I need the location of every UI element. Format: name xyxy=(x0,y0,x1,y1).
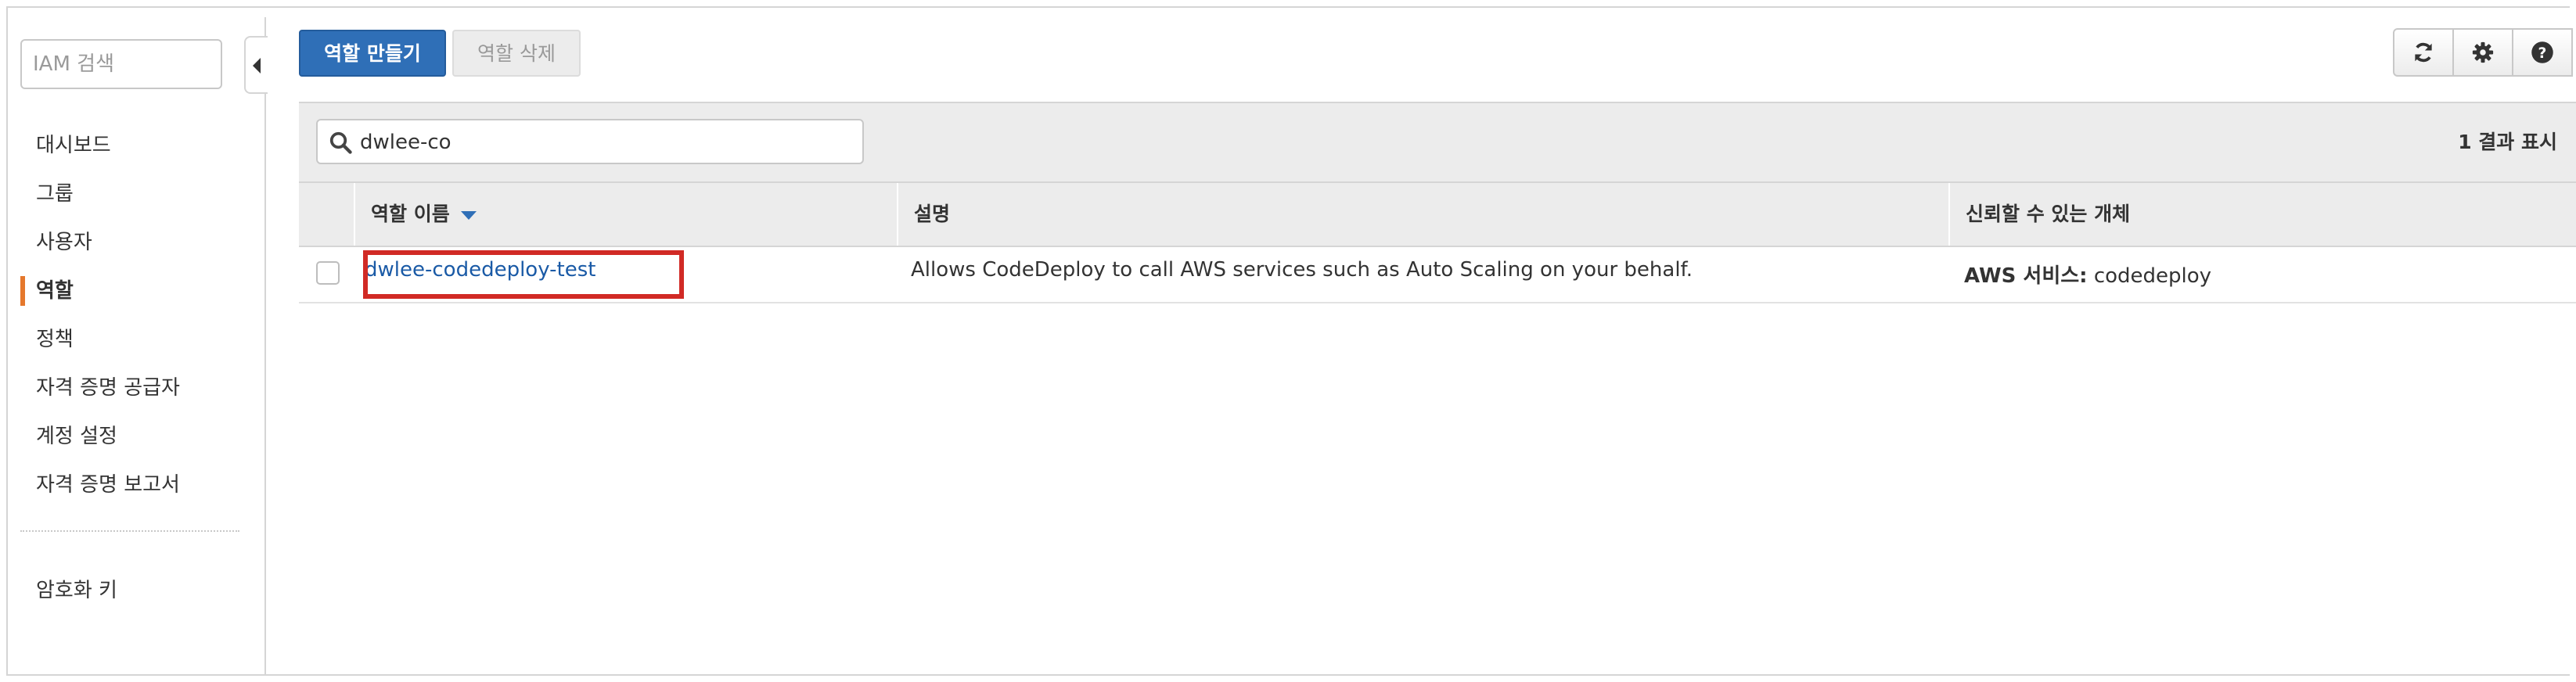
role-filter-input[interactable] xyxy=(358,120,854,164)
filter-input-wrap xyxy=(316,119,864,164)
refresh-icon xyxy=(2415,42,2432,63)
trusted-entity-prefix: AWS 서비스: xyxy=(1964,264,2088,288)
role-description: Allows CodeDeploy to call AWS services s… xyxy=(911,258,1693,282)
svg-text:?: ? xyxy=(2538,45,2547,62)
sidebar-item-encryption-keys[interactable]: 암호화 키 xyxy=(8,566,266,615)
sidebar-item-groups[interactable]: 그룹 xyxy=(8,170,266,218)
sidebar: 대시보드 그룹 사용자 역할 정책 자격 증명 공급자 계정 설정 자격 증명 … xyxy=(8,8,266,673)
sidebar-border xyxy=(264,17,266,676)
sidebar-divider xyxy=(20,530,239,532)
sidebar-item-users[interactable]: 사용자 xyxy=(8,218,266,267)
role-name-link[interactable]: dwlee-codedeploy-test xyxy=(365,258,595,282)
sidebar-nav-bottom: 암호화 키 xyxy=(8,566,266,615)
column-header-role-name[interactable]: 역할 이름 xyxy=(354,183,897,246)
table-row[interactable]: dwlee-codedeploy-test Allows CodeDeploy … xyxy=(299,247,2576,303)
result-count: 1 결과 표시 xyxy=(2458,131,2557,153)
column-header-trusted-entities[interactable]: 신뢰할 수 있는 개체 xyxy=(1948,183,2576,246)
sidebar-item-credential-report[interactable]: 자격 증명 보고서 xyxy=(8,461,266,509)
row-checkbox[interactable] xyxy=(316,261,340,285)
delete-role-button[interactable]: 역할 삭제 xyxy=(452,30,581,77)
sidebar-collapse-button[interactable] xyxy=(244,36,268,94)
column-header-description-label: 설명 xyxy=(914,203,951,225)
settings-button[interactable] xyxy=(2452,28,2513,77)
sidebar-nav: 대시보드 그룹 사용자 역할 정책 자격 증명 공급자 계정 설정 자격 증명 … xyxy=(8,121,266,509)
role-trusted-entity: AWS 서비스: codedeploy xyxy=(1964,260,2211,289)
iam-search-input[interactable] xyxy=(20,39,222,89)
toolbar-icon-group: ? xyxy=(2393,28,2576,77)
sidebar-item-dashboard[interactable]: 대시보드 xyxy=(8,121,266,170)
help-button[interactable]: ? xyxy=(2512,28,2573,77)
column-header-trusted-entities-label: 신뢰할 수 있는 개체 xyxy=(1966,203,2131,225)
sort-desc-icon xyxy=(460,210,477,220)
header-select-column xyxy=(299,183,354,246)
create-role-button[interactable]: 역할 만들기 xyxy=(299,30,446,77)
table-header: 역할 이름 설명 신뢰할 수 있는 개체 xyxy=(299,181,2576,247)
search-icon xyxy=(329,131,352,154)
column-header-description[interactable]: 설명 xyxy=(897,183,1948,246)
trusted-entity-value: codedeploy xyxy=(2093,264,2212,288)
column-header-role-name-label: 역할 이름 xyxy=(371,203,450,225)
gear-icon xyxy=(2472,41,2494,63)
sidebar-item-identity-providers[interactable]: 자격 증명 공급자 xyxy=(8,364,266,412)
filter-bar: 1 결과 표시 xyxy=(299,102,2576,181)
help-icon: ? xyxy=(2531,41,2553,63)
collapse-arrow-icon xyxy=(253,58,261,74)
refresh-button[interactable] xyxy=(2393,28,2454,77)
sidebar-item-account-settings[interactable]: 계정 설정 xyxy=(8,412,266,461)
sidebar-item-policies[interactable]: 정책 xyxy=(8,315,266,364)
sidebar-item-roles[interactable]: 역할 xyxy=(8,267,266,315)
